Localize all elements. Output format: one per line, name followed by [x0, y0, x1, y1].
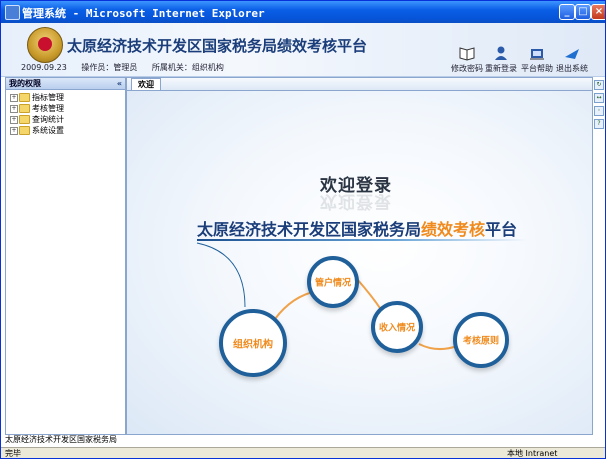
circle-org-structure[interactable]: 组织机构	[219, 309, 287, 377]
tree-item-indicator-management[interactable]: + 指标管理	[10, 92, 125, 103]
expand-arrows-icon[interactable]: ↔	[594, 93, 604, 103]
sidebar: 我的权限 « + 指标管理 + 考核管理 + 查询统计 + 系统设置	[5, 77, 126, 435]
tab-bar: 欢迎	[127, 78, 592, 91]
footer: 太原经济技术开发区国家税务局	[5, 435, 117, 444]
refresh-icon[interactable]: ↻	[594, 80, 604, 90]
exit-button[interactable]: 退出系统	[554, 45, 590, 74]
status-bar: 完毕 本地 Intranet	[1, 447, 605, 458]
circle-label: 组织机构	[233, 339, 273, 351]
close-button[interactable]: ×	[591, 4, 605, 20]
sidebar-header: 我的权限 «	[6, 78, 125, 90]
maximize-button[interactable]: □	[575, 4, 591, 20]
ie-icon	[5, 5, 20, 20]
question-icon[interactable]: ?	[594, 119, 604, 129]
right-tool-strip: ↻ ↔ ◦ ?	[592, 77, 604, 433]
circle-household-status[interactable]: 管户情况	[307, 256, 359, 308]
date-label: 2009.09.23	[21, 63, 67, 72]
main-panel: 欢迎 欢迎登录 欢迎登录 太原经济技术开发区国家税务局绩效考核平台 组织机构 管…	[126, 77, 593, 435]
circle-assessment-principles[interactable]: 考核原则	[453, 312, 509, 368]
user-info: 2009.09.23 操作员：管理员 所属机关：组织机构	[21, 62, 236, 73]
expand-icon[interactable]: +	[10, 115, 18, 124]
permission-tree: + 指标管理 + 考核管理 + 查询统计 + 系统设置	[6, 90, 125, 136]
relogin-button[interactable]: 重新登录	[483, 45, 519, 74]
sidebar-title: 我的权限	[9, 79, 41, 88]
tree-item-label: 查询统计	[32, 115, 64, 124]
connector-lines	[196, 242, 458, 350]
welcome-content: 欢迎登录 欢迎登录 太原经济技术开发区国家税务局绩效考核平台 组织机构 管户情况…	[127, 91, 592, 434]
app-header: 太原经济技术开发区国家税务局绩效考核平台 2009.09.23 操作员：管理员 …	[1, 23, 605, 77]
circle-label: 收入情况	[378, 323, 415, 334]
help-label: 平台帮助	[521, 64, 553, 73]
circle-label: 管户情况	[314, 278, 351, 289]
tree-item-system-settings[interactable]: + 系统设置	[10, 125, 125, 136]
title-bar[interactable]: 管理系统 - Microsoft Internet Explorer _ □ ×	[1, 1, 605, 23]
folder-icon	[19, 115, 30, 124]
zone-text: 本地 Intranet	[507, 449, 558, 458]
comment-icon[interactable]: ◦	[594, 106, 604, 116]
window-title: 管理系统 - Microsoft Internet Explorer	[22, 7, 265, 20]
browser-window: 管理系统 - Microsoft Internet Explorer _ □ ×…	[0, 0, 606, 459]
tab-welcome[interactable]: 欢迎	[131, 78, 161, 90]
folder-icon	[19, 104, 30, 113]
tree-item-label: 系统设置	[32, 126, 64, 135]
minimize-button[interactable]: _	[559, 4, 575, 20]
tree-item-label: 指标管理	[32, 93, 64, 102]
expand-icon[interactable]: +	[10, 126, 18, 135]
operator-label: 操作员：管理员	[81, 63, 138, 72]
app-title: 太原经济技术开发区国家税务局绩效考核平台	[67, 37, 368, 55]
status-text: 完毕	[5, 449, 21, 458]
tax-emblem-logo	[27, 27, 63, 63]
change-password-button[interactable]: 修改密码	[449, 45, 485, 74]
expand-icon[interactable]: +	[10, 93, 18, 102]
book-icon	[459, 47, 475, 61]
tree-item-query-statistics[interactable]: + 查询统计	[10, 114, 125, 125]
relogin-label: 重新登录	[485, 64, 517, 73]
users-icon	[495, 46, 507, 60]
folder-icon	[19, 126, 30, 135]
help-button[interactable]: 平台帮助	[519, 45, 555, 74]
folder-icon	[19, 93, 30, 102]
circle-revenue-status[interactable]: 收入情况	[371, 301, 423, 353]
org-label: 所属机关：组织机构	[151, 63, 224, 72]
change-password-label: 修改密码	[451, 64, 483, 73]
expand-icon[interactable]: +	[10, 104, 18, 113]
help-icon	[530, 49, 544, 60]
collapse-sidebar-button[interactable]: «	[117, 78, 122, 89]
circle-label: 考核原则	[462, 336, 499, 347]
tree-item-assessment-management[interactable]: + 考核管理	[10, 103, 125, 114]
exit-label: 退出系统	[556, 64, 588, 73]
exit-icon	[565, 49, 579, 59]
tree-item-label: 考核管理	[32, 104, 64, 113]
